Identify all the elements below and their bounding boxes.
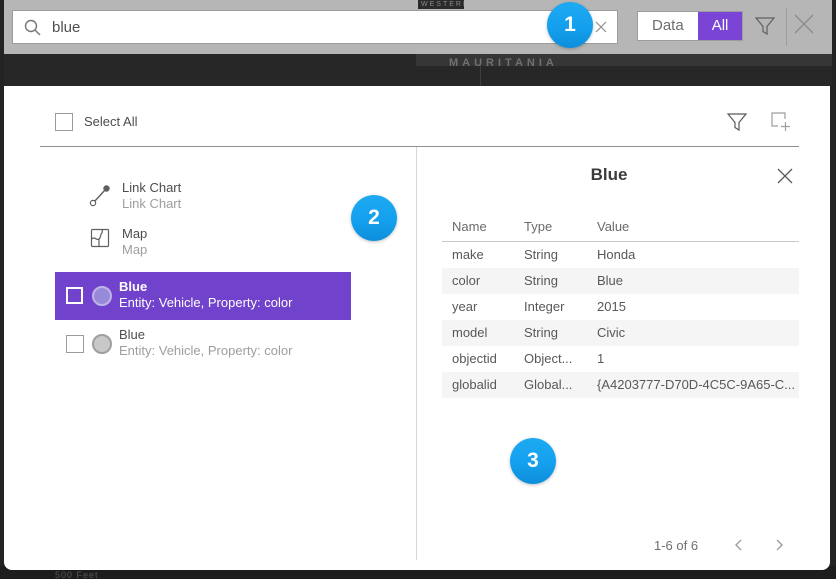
callout-badge-1: 1 <box>547 2 593 48</box>
table-row: globalid Global... {A4203777-D70D-4C5C-9… <box>442 372 799 398</box>
scope-toggle: Data All <box>637 11 743 41</box>
add-to-selection-button[interactable] <box>770 111 792 133</box>
cell-value: Civic <box>597 320 625 346</box>
table-row: make String Honda <box>442 242 799 268</box>
detail-close-button[interactable] <box>776 167 796 187</box>
cell-value: 2015 <box>597 294 626 320</box>
close-icon <box>793 13 815 35</box>
map-background: MAURITANIA <box>4 54 832 86</box>
result-subtitle: Link Chart <box>122 196 181 212</box>
callout-badge-3: 3 <box>510 438 556 484</box>
cell-value: 1 <box>597 346 604 372</box>
cell-type: Object... <box>524 346 572 372</box>
cell-type: String <box>524 242 558 268</box>
pagination-label: 1-6 of 6 <box>654 538 698 553</box>
cell-type: Global... <box>524 372 572 398</box>
pagination-next-button[interactable] <box>773 537 787 553</box>
chevron-left-icon <box>733 538 743 552</box>
result-row-blue-selected[interactable]: Blue Entity: Vehicle, Property: color <box>55 272 351 320</box>
close-icon <box>776 167 794 185</box>
map-icon <box>86 226 114 248</box>
table-row: year Integer 2015 <box>442 294 799 320</box>
cell-type: String <box>524 268 558 294</box>
result-subtitle: Entity: Vehicle, Property: color <box>119 295 292 311</box>
cell-name: make <box>452 242 484 268</box>
select-all-checkbox[interactable] <box>55 113 73 131</box>
entity-icon <box>92 334 112 354</box>
cell-type: Integer <box>524 294 564 320</box>
pagination-prev-button[interactable] <box>731 537 745 553</box>
filter-button[interactable] <box>754 15 776 37</box>
callout-badge-2: 2 <box>351 195 397 241</box>
detail-title: Blue <box>416 165 802 185</box>
cell-value: Blue <box>597 268 623 294</box>
map-scale-label: 500 Feet <box>55 570 99 579</box>
table-row: objectid Object... 1 <box>442 346 799 372</box>
table-row: model String Civic <box>442 320 799 346</box>
toolbar-divider <box>786 8 787 46</box>
result-title: Map <box>122 226 147 242</box>
results-filter-button[interactable] <box>726 111 748 133</box>
result-text: Link Chart Link Chart <box>122 180 181 212</box>
result-item-map[interactable]: Map Map <box>86 226 147 258</box>
chevron-right-icon <box>775 538 785 552</box>
table-row: color String Blue <box>442 268 799 294</box>
result-title: Blue <box>119 279 292 295</box>
filter-icon <box>754 15 776 37</box>
result-subtitle: Entity: Vehicle, Property: color <box>119 343 292 359</box>
scope-option-all[interactable]: All <box>698 12 743 40</box>
cell-type: String <box>524 320 558 346</box>
clear-icon <box>595 21 607 33</box>
result-checkbox[interactable] <box>66 335 84 353</box>
map-label-western: WESTERN <box>418 0 464 9</box>
map-label-mauritania: MAURITANIA <box>449 57 558 69</box>
cell-name: year <box>452 294 477 320</box>
cell-value: {A4203777-D70D-4C5C-9A65-C... <box>597 372 795 398</box>
cell-value: Honda <box>597 242 635 268</box>
cell-name: color <box>452 268 480 294</box>
result-row-blue[interactable]: Blue Entity: Vehicle, Property: color <box>55 320 351 368</box>
result-title: Blue <box>119 327 292 343</box>
search-results-panel: Select All Link Chart Link Chart Map <box>4 86 830 570</box>
add-selection-icon <box>770 111 792 133</box>
search-value[interactable]: blue <box>52 19 80 36</box>
header-divider <box>40 146 799 147</box>
column-name: Name <box>452 219 487 234</box>
column-type: Type <box>524 219 552 234</box>
cell-name: model <box>452 320 487 346</box>
detail-table-header: Name Type Value <box>442 219 799 239</box>
cell-name: globalid <box>452 372 497 398</box>
search-close-button[interactable] <box>793 13 815 35</box>
cell-name: objectid <box>452 346 497 372</box>
search-icon <box>24 19 41 36</box>
detail-table: make String Honda color String Blue year… <box>442 242 799 398</box>
result-checkbox[interactable] <box>66 287 83 304</box>
filter-icon <box>726 111 748 133</box>
result-text: Blue Entity: Vehicle, Property: color <box>119 279 292 311</box>
column-value: Value <box>597 219 629 234</box>
result-text: Map Map <box>122 226 147 258</box>
select-all-label: Select All <box>84 114 137 129</box>
app-window: MAURITANIA WESTERN 500 Feet blue Data Al… <box>0 0 836 579</box>
result-item-link-chart[interactable]: Link Chart Link Chart <box>86 180 181 212</box>
result-text: Blue Entity: Vehicle, Property: color <box>119 327 292 359</box>
list-detail-divider <box>416 147 417 560</box>
link-chart-icon <box>86 180 114 208</box>
entity-icon <box>92 286 112 306</box>
result-subtitle: Map <box>122 242 147 258</box>
scope-option-data[interactable]: Data <box>638 12 698 40</box>
search-input[interactable]: blue <box>12 10 618 44</box>
result-title: Link Chart <box>122 180 181 196</box>
